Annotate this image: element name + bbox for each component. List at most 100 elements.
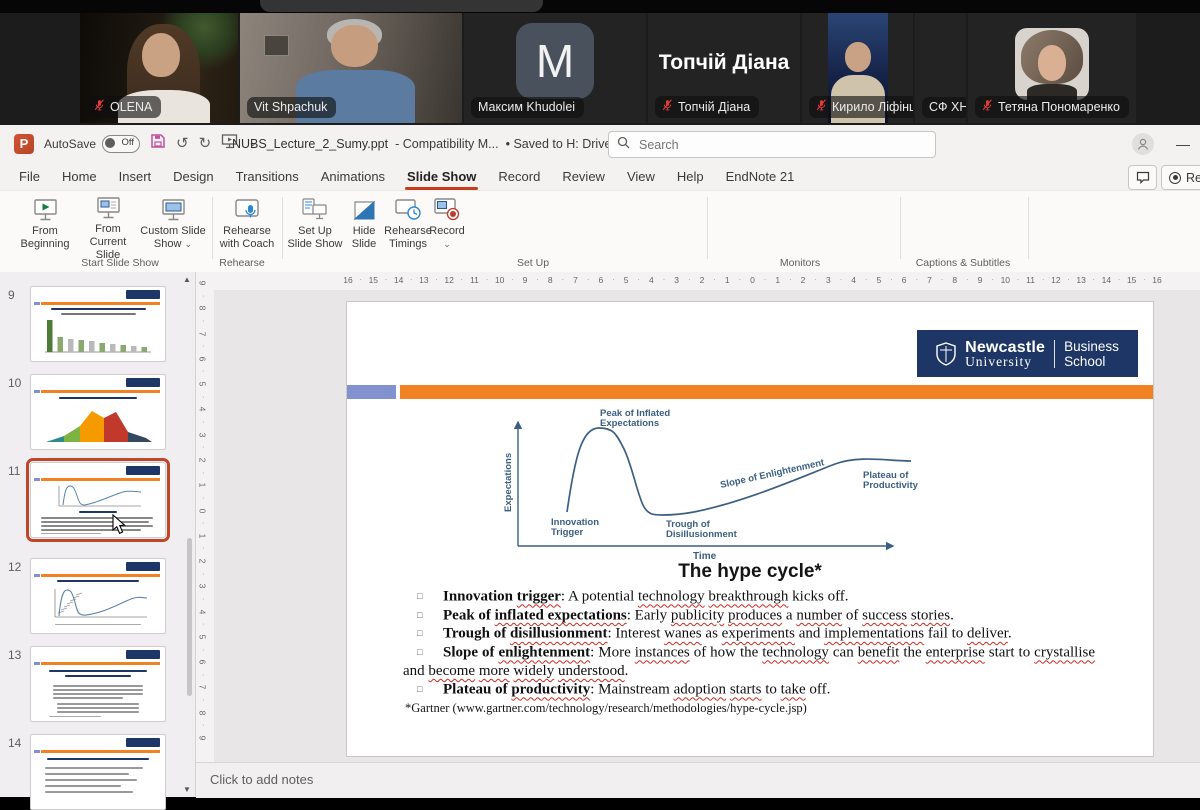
participant-tile[interactable]: Тетяна Пономаренко [968,13,1136,123]
from-beginning-button[interactable]: From Beginning [16,195,74,255]
custom-slide-show-label: Custom Slide Show ⌄ [140,225,206,251]
mini-blue-bar [34,750,40,753]
ruler-tick: 7 [197,331,207,336]
thumbnail-scrollbar[interactable] [187,538,192,696]
menu-tab-home[interactable]: Home [51,162,108,190]
record-button[interactable]: Reco [1161,165,1200,190]
account-avatar-icon[interactable] [1132,133,1154,155]
bullet-marker: □ [403,587,443,606]
logo-school-line2: School [1064,354,1119,369]
ruler-tick: 16 [1152,275,1161,285]
participant-tile[interactable]: MМаксим Khudolei [464,13,646,123]
current-slide-screen-icon [95,195,122,221]
ruler-dot: · [713,275,716,284]
photo-avatar [1015,28,1089,100]
menu-tab-endnote-21[interactable]: EndNote 21 [715,162,806,190]
search-input[interactable] [637,137,891,153]
slide-thumbnail-12[interactable] [30,558,166,634]
ruler-dot: · [789,275,792,284]
participant-name: Vit Shpachuk [254,100,327,114]
from-current-slide-button[interactable]: From Current Slide [76,195,140,255]
ruler-tick: 8 [197,306,207,311]
redo-icon[interactable]: ↻ [199,136,212,151]
ruler-dot: · [890,275,893,284]
mini-logo [126,738,160,747]
rehearse-timings-button[interactable]: Rehearse Timings [382,195,434,255]
menu-tab-animations[interactable]: Animations [310,162,396,190]
menu-tab-review[interactable]: Review [551,162,616,190]
ruler-tick: 2 [197,458,207,463]
notes-pane[interactable]: Click to add notes [196,762,1200,798]
hide-slide-button[interactable]: Hide Slide [346,195,382,255]
record-dot-icon [1169,172,1181,184]
search-box[interactable] [608,131,936,158]
participant-tile[interactable]: OLENA [80,13,238,123]
bullet-marker: □ [403,606,443,625]
scroll-up-arrow[interactable]: ▲ [181,275,193,284]
slide-thumbnail-9[interactable] [30,286,166,362]
set-up-slide-show-button[interactable]: Set Up Slide Show [286,195,344,255]
group-separator [282,197,283,259]
ruler-dot: · [739,275,742,284]
saved-status[interactable]: • Saved to H: Drive [506,137,612,151]
participant-tile[interactable]: Топчій ДіанаТопчій Діана [648,13,800,123]
slide-number: 14 [8,736,21,750]
menu-tab-slide-show[interactable]: Slide Show [396,162,487,190]
record-slideshow-button[interactable]: Record⌄ [430,195,464,255]
autosave-switch[interactable]: Off [102,135,140,153]
ruler-dot: · [202,468,205,477]
undo-icon[interactable]: ↺ [176,136,189,151]
menu-tab-transitions[interactable]: Transitions [225,162,310,190]
logo-divider [1054,340,1055,368]
menu-tab-help[interactable]: Help [666,162,715,190]
comments-button[interactable] [1128,165,1157,190]
ruler-tick: 3 [197,584,207,589]
slide-thumbnail-14[interactable] [30,734,166,810]
participant-tile[interactable]: Кирило Ліфінцев [802,13,913,123]
slide-thumbnail-11[interactable] [30,462,166,538]
ruler-tick: 13 [1076,275,1085,285]
hype-cycle-diagram[interactable]: Expectations Time Peak of Inflated Expec… [497,402,937,566]
participant-name: Тетяна Пономаренко [998,100,1120,114]
ruler-dot: · [688,275,691,284]
scroll-down-arrow[interactable]: ▼ [181,785,193,794]
rehearse-with-coach-button[interactable]: Rehearse with Coach [216,195,278,255]
zoom-toolbar-tab[interactable] [260,0,543,12]
slide-number: 10 [8,376,21,390]
minimize-button[interactable]: — [1176,136,1190,152]
participant-tile[interactable]: Vit Shpachuk [240,13,462,123]
slide-footnote[interactable]: *Gartner (www.gartner.com/technology/res… [405,701,807,716]
menu-tab-design[interactable]: Design [162,162,224,190]
powerpoint-app-icon[interactable]: P [14,134,34,154]
ruler-tick: 8 [197,710,207,715]
slide-title[interactable]: The hype cycle* [347,561,1153,583]
ruler-tick: 7 [927,275,932,285]
compatibility-mode-label: - Compatibility M... [395,137,499,151]
save-icon[interactable] [150,133,166,154]
slide-thumbnail-10[interactable] [30,374,166,450]
menu-tab-file[interactable]: File [8,162,51,190]
timings-screen-icon [394,195,422,223]
participant-tile[interactable]: СФ ХНУ... [915,13,966,123]
menu-tab-record[interactable]: Record [487,162,551,190]
custom-slide-show-button[interactable]: Custom Slide Show ⌄ [140,195,206,255]
slide-canvas[interactable]: Newcastle University Business School Exp… [347,302,1153,756]
ruler-tick: 3 [674,275,679,285]
ruler-tick: 9 [197,281,207,286]
mini-blue-bar [34,478,40,481]
zoom-top-bar [0,0,1200,13]
menu-tab-view[interactable]: View [616,162,666,190]
record-screen-icon [433,195,461,223]
ruler-tick: 3 [826,275,831,285]
group-separator [212,197,213,259]
ruler-tick: 4 [649,275,654,285]
slide-thumbnail-13[interactable] [30,646,166,722]
menu-tab-insert[interactable]: Insert [108,162,163,190]
ruler-tick: 1 [197,533,207,538]
ruler-dot: · [663,275,666,284]
ruler-dot: · [385,275,388,284]
autosave-toggle[interactable]: AutoSave Off [44,135,140,153]
ruler-dot: · [840,275,843,284]
record-button-label: Reco [1186,171,1200,185]
slide-bullet-text[interactable]: □Innovation trigger: A potential technol… [403,587,1095,699]
